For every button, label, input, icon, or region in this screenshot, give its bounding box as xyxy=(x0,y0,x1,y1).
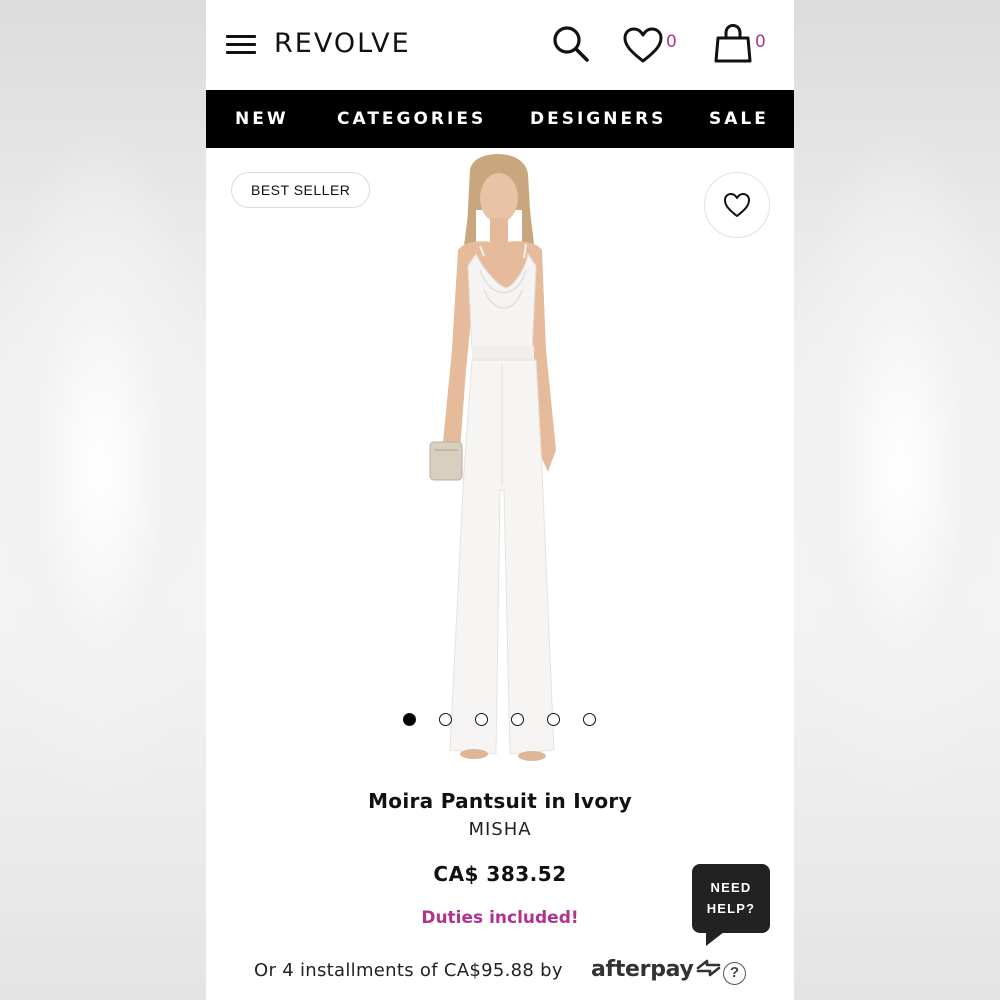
nav-item-designers[interactable]: DESIGNERS xyxy=(530,109,666,129)
wishlist-heart-icon[interactable] xyxy=(622,26,664,64)
add-to-wishlist-button[interactable] xyxy=(704,172,770,238)
wishlist-count: 0 xyxy=(666,32,677,52)
nav-item-new[interactable]: NEW xyxy=(235,109,289,129)
carousel-dot-1[interactable] xyxy=(403,713,416,726)
shopping-bag-icon[interactable] xyxy=(713,22,753,64)
nav-item-sale[interactable]: SALE xyxy=(709,109,769,129)
carousel-dot-4[interactable] xyxy=(511,713,524,726)
installments-text: Or 4 installments of CA$95.88 by xyxy=(254,960,563,981)
carousel-dot-5[interactable] xyxy=(547,713,560,726)
category-nav: NEW CATEGORIES DESIGNERS SALE xyxy=(206,90,794,148)
need-help-line1: NEED xyxy=(710,880,752,895)
search-icon[interactable] xyxy=(551,24,591,64)
carousel-dot-3[interactable] xyxy=(475,713,488,726)
nav-item-categories[interactable]: CATEGORIES xyxy=(337,109,486,129)
menu-icon[interactable] xyxy=(226,35,258,55)
need-help-chat-button[interactable]: NEED HELP? xyxy=(692,864,770,946)
carousel-dots xyxy=(403,713,603,727)
best-seller-badge: BEST SELLER xyxy=(231,172,371,208)
product-brand[interactable]: MISHA xyxy=(206,819,794,840)
site-header: REVOLVE 0 0 xyxy=(206,0,794,90)
product-name: Moira Pantsuit in Ivory xyxy=(368,789,632,813)
chat-bubble-tail xyxy=(706,932,724,946)
bag-count: 0 xyxy=(755,32,766,52)
site-logo[interactable]: REVOLVE xyxy=(274,28,411,59)
mobile-page: REVOLVE 0 0 NEW CATEGORIES DESIGNERS SAL… xyxy=(206,0,794,1000)
product-image[interactable] xyxy=(386,150,614,776)
afterpay-arrows-icon xyxy=(696,959,720,977)
afterpay-wordmark: afterpay xyxy=(591,957,694,982)
carousel-dot-6[interactable] xyxy=(583,713,596,726)
carousel-dot-2[interactable] xyxy=(439,713,452,726)
afterpay-logo: afterpay xyxy=(591,957,723,982)
afterpay-info-icon[interactable]: ? xyxy=(723,962,746,985)
need-help-line2: HELP? xyxy=(706,901,756,916)
heart-icon xyxy=(724,193,750,217)
